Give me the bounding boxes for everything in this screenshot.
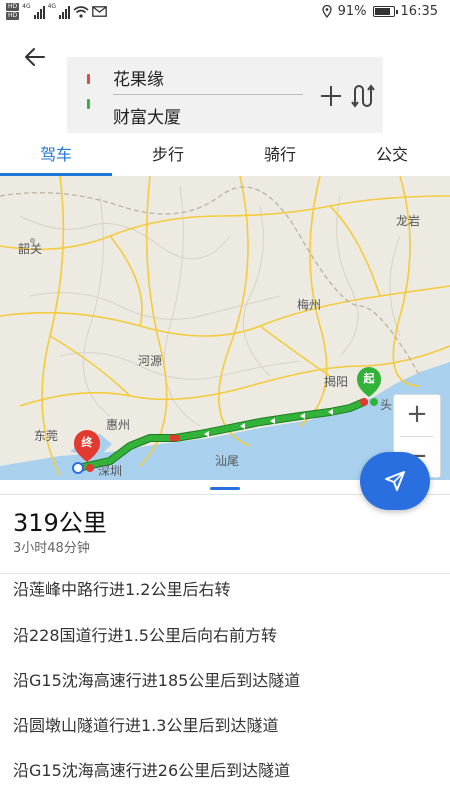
route-step[interactable]: 沿莲峰中路行进1.2公里后右转 [13,576,230,600]
signal-icon [33,5,45,19]
route-header: 花果缘 财富大厦 [0,26,450,138]
status-left: HD HD 4G 4G [6,3,107,20]
battery-fill [374,8,390,15]
map-canvas [0,176,450,480]
network-type-2: 4G [47,3,57,10]
map-label-dongguan: 东莞 [34,429,59,443]
hd-badges: HD HD [6,3,20,20]
map-label-longyan: 龙岩 [396,214,421,228]
route-divider [113,94,303,95]
route-step[interactable]: 沿228国道行进1.5公里后向右前方转 [13,622,277,646]
end-marker-label[interactable]: 终 [75,432,99,454]
clock: 16:35 [400,4,438,19]
map-label-huizhou: 惠州 [106,418,131,432]
tab-drive[interactable]: 驾车 [0,138,112,174]
tab-walk[interactable]: 步行 [112,138,224,174]
signal-icon-2 [59,5,71,19]
route-swap-icon [351,84,375,108]
battery-icon [372,6,398,17]
map-label-jieyang: 揭阳 [324,375,349,389]
add-waypoint-button[interactable] [317,82,345,110]
back-button[interactable] [18,40,52,74]
route-duration: 3小时48分钟 [13,541,90,556]
location-icon [321,5,332,18]
hd-badge-1: HD [6,3,20,11]
route-detail-sheet: 319公里 3小时48分钟 沿莲峰中路行进1.2公里后右转 沿228国道行进1.… [0,480,450,800]
hd-badge-2: HD [6,12,20,20]
map-label-meizhou: 梅州 [297,298,322,312]
start-navigation-button[interactable] [360,452,430,510]
route-step[interactable]: 沿圆墩山隧道行进1.3公里后到达隧道 [13,712,278,736]
travel-mode-tabs: 驾车 步行 骑行 公交 [0,138,450,176]
route-map[interactable]: 韶关 龙岩 梅州 河源 揭阳 惠州 东莞 汕尾 深圳 头 终 起 + − [0,176,450,480]
plus-icon [321,86,341,106]
navigation-arrow-icon [385,471,405,491]
status-bar: HD HD 4G 4G 91% 16:35 [0,0,450,26]
network-type: 4G [22,3,31,10]
end-point-dot-1 [72,462,84,474]
map-label-shanwei: 汕尾 [215,454,240,468]
route-step[interactable]: 沿G15沈海高速行进26公里后到达隧道 [13,757,290,781]
map-label-heyuan: 河源 [138,354,163,368]
start-marker-label[interactable]: 起 [357,368,381,390]
origin-marker-icon [87,74,90,84]
tab-bike[interactable]: 骑行 [224,138,336,174]
wifi-icon [73,5,89,18]
sheet-drag-handle[interactable] [210,487,240,490]
swap-route-button[interactable] [349,81,377,111]
end-point-dot-2 [86,464,94,472]
route-distance: 319公里 [13,509,107,537]
map-label-shaoguan: 韶关 [18,242,43,256]
route-input-box: 花果缘 财富大厦 [67,57,383,133]
map-label-shantou: 头 [380,398,393,412]
zoom-in-button[interactable]: + [394,395,440,435]
start-point-dot-1 [360,398,368,406]
origin-field[interactable]: 花果缘 [113,65,164,90]
tab-transit[interactable]: 公交 [336,138,448,174]
battery-percent: 91% [337,4,367,19]
destination-marker-icon [87,99,90,109]
destination-field[interactable]: 财富大厦 [113,103,181,128]
status-right: 91% 16:35 [321,4,438,19]
mail-icon [92,6,107,17]
route-step[interactable]: 沿G15沈海高速行进185公里后到达隧道 [13,667,300,691]
map-label-shenzhen: 深圳 [98,464,123,478]
arrow-left-icon [25,48,45,66]
start-point-dot-2 [370,398,378,406]
